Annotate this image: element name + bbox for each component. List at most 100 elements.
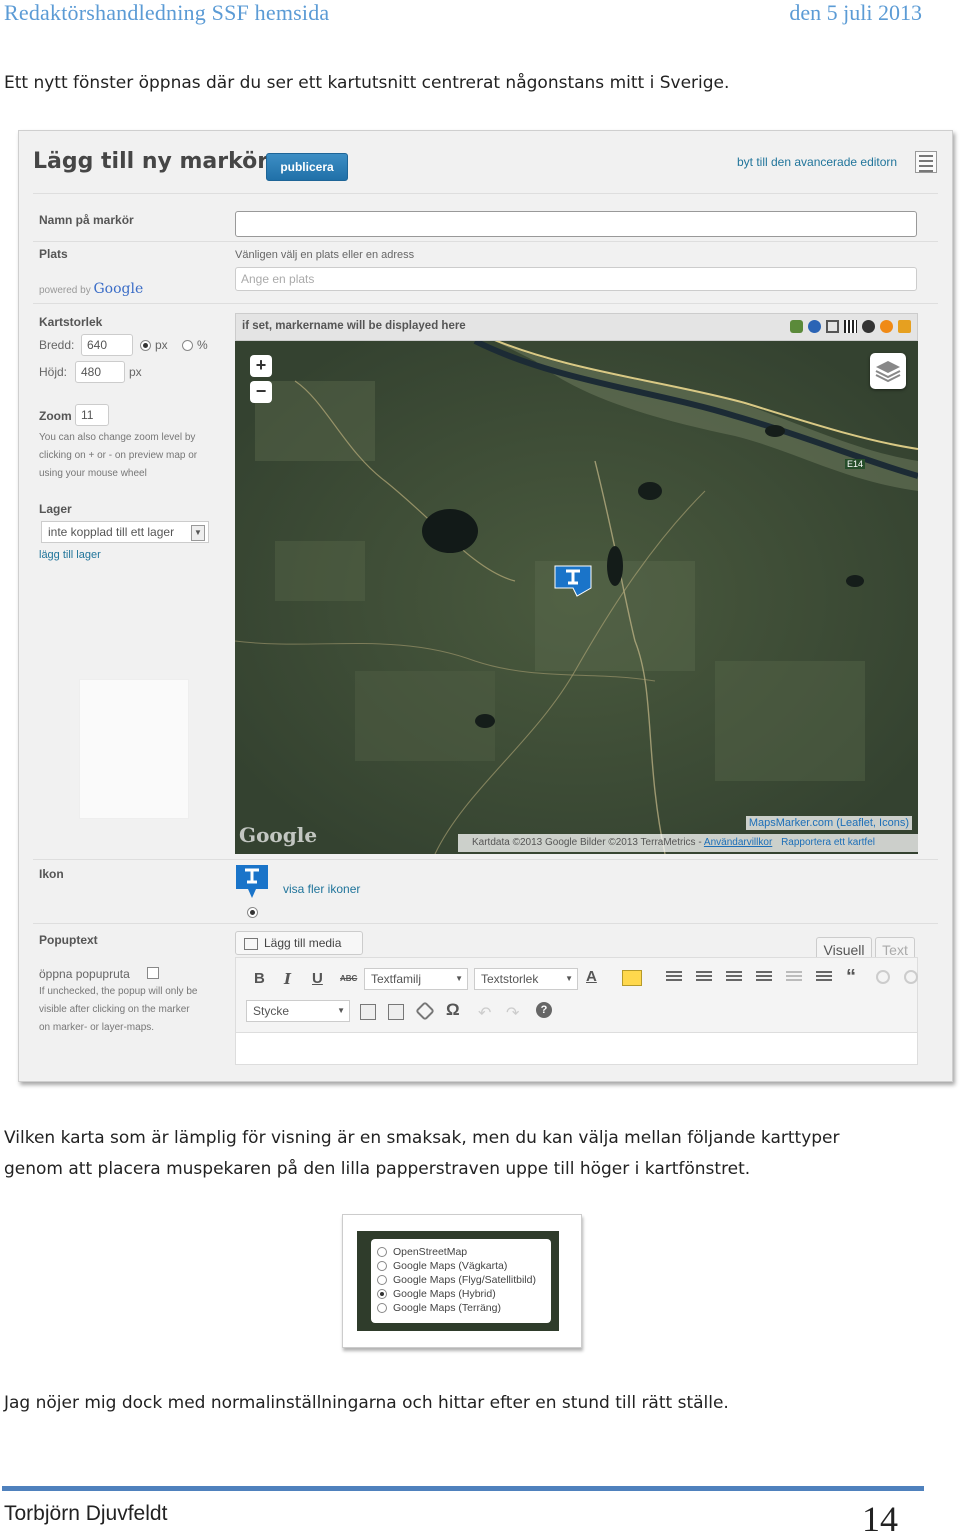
italic-button[interactable]: I xyxy=(284,970,291,988)
geo-icon xyxy=(862,320,875,333)
chevron-down-icon: ▼ xyxy=(455,974,463,983)
paste-word-icon[interactable] xyxy=(388,1004,404,1020)
footer-rule xyxy=(2,1486,924,1491)
align-justify-icon[interactable] xyxy=(756,971,772,983)
map-type-option[interactable]: OpenStreetMap xyxy=(377,1245,551,1259)
editor-content-area[interactable] xyxy=(236,1033,917,1064)
add-media-button[interactable]: Lägg till media xyxy=(235,931,363,955)
page-number: 14 xyxy=(862,1499,898,1539)
layer-label: Lager xyxy=(39,502,72,516)
bold-button[interactable]: B xyxy=(254,970,265,987)
width-input[interactable]: 640 xyxy=(81,334,133,356)
height-input[interactable]: 480 xyxy=(75,361,125,383)
indent-icon[interactable] xyxy=(816,971,832,983)
place-label: Plats xyxy=(39,247,68,261)
car-icon xyxy=(790,320,803,333)
closing-paragraph: Jag nöjer mig dock med normalinställning… xyxy=(4,1393,729,1413)
open-popup-label: öppna popupruta xyxy=(39,967,130,981)
special-char-icon[interactable]: Ω xyxy=(446,1000,460,1020)
satellite-image xyxy=(235,341,918,854)
terms-link[interactable]: Användarvillkor xyxy=(704,837,772,848)
map-type-option[interactable]: Google Maps (Terräng) xyxy=(377,1301,551,1315)
divider xyxy=(33,303,938,304)
font-family-select[interactable]: Textfamilj ▼ xyxy=(364,968,468,990)
switch-editor-link[interactable]: byt till den avancerade editorn xyxy=(737,155,897,169)
layers-icon xyxy=(875,361,901,383)
marker-pin-icon[interactable] xyxy=(236,865,268,899)
icon-radio[interactable] xyxy=(247,907,258,918)
unit-px-radio[interactable] xyxy=(140,340,151,351)
blank-area xyxy=(79,679,189,819)
map-type-radio xyxy=(377,1261,387,1271)
more-icons-link[interactable]: visa fler ikoner xyxy=(283,882,360,896)
map-caption: if set, markername will be displayed her… xyxy=(242,320,466,332)
font-size-select[interactable]: Textstorlek ▼ xyxy=(474,968,578,990)
zoom-out-button[interactable]: − xyxy=(250,381,272,403)
divider xyxy=(33,859,938,860)
text-color-icon[interactable]: A xyxy=(586,968,597,985)
align-left-icon[interactable] xyxy=(666,971,682,983)
underline-button[interactable]: U xyxy=(312,970,323,987)
publish-button[interactable]: publicera xyxy=(266,153,348,181)
layers-switcher-button[interactable] xyxy=(870,353,906,389)
zoom-in-button[interactable]: + xyxy=(250,355,272,377)
map-toolbar-icons xyxy=(790,320,911,333)
road-sign: E14 xyxy=(845,459,866,469)
globe-icon xyxy=(808,320,821,333)
api-icon xyxy=(898,320,911,333)
map-type-option[interactable]: Google Maps (Flyg/Satellitbild) xyxy=(377,1273,551,1287)
map-preview[interactable]: + − E14 Google MapsMarker.com (Leaflet, … xyxy=(235,341,918,854)
map-type-option-selected[interactable]: Google Maps (Hybrid) xyxy=(377,1287,551,1301)
outdent-icon[interactable] xyxy=(786,971,802,983)
map-type-radio xyxy=(377,1275,387,1285)
popup-text-editor[interactable]: B I U ABC Textfamilj ▼ Textstorlek ▼ A “ S… xyxy=(235,957,918,1065)
report-map-error-link[interactable]: Rapportera ett kartfel xyxy=(781,837,875,848)
marker-editor-screenshot: Lägg till ny markör publicera byt till d… xyxy=(18,130,953,1082)
intro-paragraph: Ett nytt fönster öppnas där du ser ett k… xyxy=(4,73,730,93)
place-input[interactable]: Ange en plats xyxy=(235,267,917,291)
unit-percent-label: % xyxy=(197,338,208,352)
marker-name-input[interactable] xyxy=(235,211,917,237)
unit-px-label: px xyxy=(155,338,168,352)
media-icon xyxy=(244,937,258,950)
unlink-icon[interactable] xyxy=(904,970,918,984)
map-type-option[interactable]: Google Maps (Vägkarta) xyxy=(377,1259,551,1273)
highlight-icon[interactable] xyxy=(622,970,642,986)
google-watermark: Google xyxy=(239,823,318,847)
height-unit: px xyxy=(129,365,142,379)
map-types-screenshot: OpenStreetMap Google Maps (Vägkarta) Goo… xyxy=(342,1214,582,1348)
divider xyxy=(33,241,938,242)
eraser-icon[interactable] xyxy=(415,1001,435,1021)
google-logo: Google xyxy=(93,281,144,297)
list-icon[interactable] xyxy=(915,151,937,173)
chevron-down-icon: ▼ xyxy=(191,525,205,541)
attribution-link[interactable]: MapsMarker.com (Leaflet, Icons) xyxy=(745,816,912,830)
help-icon[interactable]: ? xyxy=(536,1002,552,1018)
strikethrough-button[interactable]: ABC xyxy=(340,974,357,983)
align-right-icon[interactable] xyxy=(726,971,742,983)
paste-text-icon[interactable] xyxy=(360,1004,376,1020)
format-select[interactable]: Stycke ▼ xyxy=(246,1000,350,1022)
redo-icon[interactable]: ↷ xyxy=(506,1003,519,1023)
unit-percent-radio[interactable] xyxy=(182,340,193,351)
popup-note: If unchecked, the popup will only be vis… xyxy=(39,986,198,1033)
marker-name-label: Namn på markör xyxy=(39,213,134,227)
fullscreen-icon xyxy=(826,320,839,333)
divider xyxy=(33,193,938,194)
link-icon[interactable] xyxy=(876,970,890,984)
zoom-label: Zoom xyxy=(39,409,72,423)
blockquote-icon[interactable]: “ xyxy=(846,966,856,989)
layer-select[interactable]: inte kopplad till ett lager ▼ xyxy=(41,521,209,543)
zoom-note: You can also change zoom level by clicki… xyxy=(39,432,198,479)
open-popup-checkbox[interactable] xyxy=(147,967,159,979)
popup-label: Popuptext xyxy=(39,933,98,947)
map-types-menu: OpenStreetMap Google Maps (Vägkarta) Goo… xyxy=(371,1239,551,1323)
undo-icon[interactable]: ↶ xyxy=(478,1003,491,1023)
document-date: den 5 juli 2013 xyxy=(789,0,922,25)
add-layer-link[interactable]: lägg till lager xyxy=(39,549,101,561)
chevron-down-icon: ▼ xyxy=(565,974,573,983)
powered-by-text: powered by Google xyxy=(39,281,144,297)
map-types-paragraph: Vilken karta som är lämplig för visning … xyxy=(4,1128,840,1179)
zoom-input[interactable]: 11 xyxy=(75,404,109,426)
align-center-icon[interactable] xyxy=(696,971,712,983)
